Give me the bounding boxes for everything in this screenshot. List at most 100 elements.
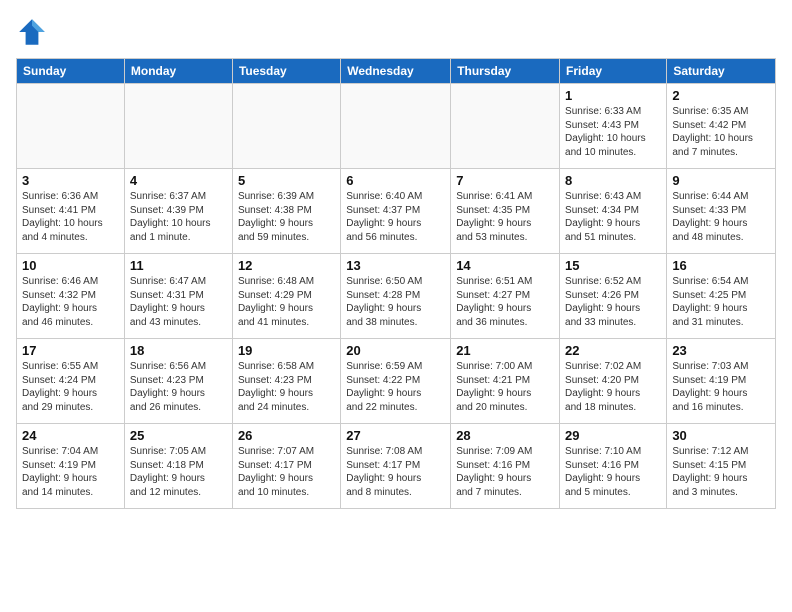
day-info: Sunrise: 6:51 AM Sunset: 4:27 PM Dayligh… bbox=[456, 275, 554, 329]
day-number: 6 bbox=[346, 173, 445, 188]
calendar-cell bbox=[341, 84, 451, 169]
day-info: Sunrise: 7:04 AM Sunset: 4:19 PM Dayligh… bbox=[22, 445, 119, 499]
calendar-cell: 18 Sunrise: 6:56 AM Sunset: 4:23 PM Dayli… bbox=[124, 339, 232, 424]
weekday-header-saturday: Saturday bbox=[667, 59, 776, 84]
weekday-header-wednesday: Wednesday bbox=[341, 59, 451, 84]
day-info: Sunrise: 6:44 AM Sunset: 4:33 PM Dayligh… bbox=[672, 190, 770, 244]
calendar-cell: 20Sunrise: 6:59 AM Sunset: 4:22 PM Dayli… bbox=[341, 339, 451, 424]
calendar-cell: 29 Sunrise: 7:10 AM Sunset: 4:16 PM Dayli… bbox=[560, 424, 667, 509]
logo-icon bbox=[16, 16, 48, 48]
calendar-cell: 19Sunrise: 6:58 AM Sunset: 4:23 PM Dayli… bbox=[232, 339, 340, 424]
day-number: 18 bbox=[130, 343, 227, 358]
calendar-cell: 16 Sunrise: 6:54 AM Sunset: 4:25 PM Dayli… bbox=[667, 254, 776, 339]
day-number: 24 bbox=[22, 428, 119, 443]
day-number: 7 bbox=[456, 173, 554, 188]
header bbox=[16, 16, 776, 48]
weekday-header-tuesday: Tuesday bbox=[232, 59, 340, 84]
day-number: 22 bbox=[565, 343, 661, 358]
week-row-5: 24 Sunrise: 7:04 AM Sunset: 4:19 PM Dayli… bbox=[17, 424, 776, 509]
day-number: 8 bbox=[565, 173, 661, 188]
day-info: Sunrise: 6:35 AM Sunset: 4:42 PM Dayligh… bbox=[672, 105, 770, 159]
day-info: Sunrise: 7:12 AM Sunset: 4:15 PM Dayligh… bbox=[672, 445, 770, 499]
day-number: 9 bbox=[672, 173, 770, 188]
day-number: 1 bbox=[565, 88, 661, 103]
calendar-cell: 1 Sunrise: 6:33 AM Sunset: 4:43 PM Daylig… bbox=[560, 84, 667, 169]
calendar-cell: 6 Sunrise: 6:40 AM Sunset: 4:37 PM Daylig… bbox=[341, 169, 451, 254]
day-number: 5 bbox=[238, 173, 335, 188]
calendar-cell: 14 Sunrise: 6:51 AM Sunset: 4:27 PM Dayli… bbox=[451, 254, 560, 339]
day-number: 17 bbox=[22, 343, 119, 358]
week-row-1: 1 Sunrise: 6:33 AM Sunset: 4:43 PM Daylig… bbox=[17, 84, 776, 169]
day-number: 14 bbox=[456, 258, 554, 273]
day-number: 26 bbox=[238, 428, 335, 443]
day-info: Sunrise: 7:10 AM Sunset: 4:16 PM Dayligh… bbox=[565, 445, 661, 499]
calendar-cell: 2Sunrise: 6:35 AM Sunset: 4:42 PM Daylig… bbox=[667, 84, 776, 169]
day-info: Sunrise: 6:39 AM Sunset: 4:38 PM Dayligh… bbox=[238, 190, 335, 244]
calendar-cell: 3 Sunrise: 6:36 AM Sunset: 4:41 PM Daylig… bbox=[17, 169, 125, 254]
day-info: Sunrise: 6:46 AM Sunset: 4:32 PM Dayligh… bbox=[22, 275, 119, 329]
weekday-header-thursday: Thursday bbox=[451, 59, 560, 84]
day-number: 11 bbox=[130, 258, 227, 273]
weekday-header-friday: Friday bbox=[560, 59, 667, 84]
calendar-cell: 21 Sunrise: 7:00 AM Sunset: 4:21 PM Dayli… bbox=[451, 339, 560, 424]
day-number: 12 bbox=[238, 258, 335, 273]
calendar-cell: 27Sunrise: 7:08 AM Sunset: 4:17 PM Dayli… bbox=[341, 424, 451, 509]
calendar-cell: 8 Sunrise: 6:43 AM Sunset: 4:34 PM Daylig… bbox=[560, 169, 667, 254]
calendar-cell: 28Sunrise: 7:09 AM Sunset: 4:16 PM Dayli… bbox=[451, 424, 560, 509]
day-info: Sunrise: 6:55 AM Sunset: 4:24 PM Dayligh… bbox=[22, 360, 119, 414]
day-info: Sunrise: 7:07 AM Sunset: 4:17 PM Dayligh… bbox=[238, 445, 335, 499]
day-info: Sunrise: 6:33 AM Sunset: 4:43 PM Dayligh… bbox=[565, 105, 661, 159]
calendar-cell bbox=[124, 84, 232, 169]
calendar-cell bbox=[451, 84, 560, 169]
day-info: Sunrise: 6:47 AM Sunset: 4:31 PM Dayligh… bbox=[130, 275, 227, 329]
calendar-cell: 7Sunrise: 6:41 AM Sunset: 4:35 PM Daylig… bbox=[451, 169, 560, 254]
page: SundayMondayTuesdayWednesdayThursdayFrid… bbox=[0, 0, 792, 525]
week-row-3: 10 Sunrise: 6:46 AM Sunset: 4:32 PM Dayli… bbox=[17, 254, 776, 339]
logo bbox=[16, 16, 52, 48]
calendar-cell: 22Sunrise: 7:02 AM Sunset: 4:20 PM Dayli… bbox=[560, 339, 667, 424]
day-info: Sunrise: 7:05 AM Sunset: 4:18 PM Dayligh… bbox=[130, 445, 227, 499]
calendar-cell: 24 Sunrise: 7:04 AM Sunset: 4:19 PM Dayli… bbox=[17, 424, 125, 509]
day-number: 3 bbox=[22, 173, 119, 188]
calendar-cell: 12 Sunrise: 6:48 AM Sunset: 4:29 PM Dayli… bbox=[232, 254, 340, 339]
week-row-2: 3 Sunrise: 6:36 AM Sunset: 4:41 PM Daylig… bbox=[17, 169, 776, 254]
calendar-cell: 15Sunrise: 6:52 AM Sunset: 4:26 PM Dayli… bbox=[560, 254, 667, 339]
weekday-header-sunday: Sunday bbox=[17, 59, 125, 84]
day-info: Sunrise: 6:48 AM Sunset: 4:29 PM Dayligh… bbox=[238, 275, 335, 329]
day-info: Sunrise: 6:40 AM Sunset: 4:37 PM Dayligh… bbox=[346, 190, 445, 244]
day-info: Sunrise: 7:00 AM Sunset: 4:21 PM Dayligh… bbox=[456, 360, 554, 414]
calendar-cell bbox=[232, 84, 340, 169]
day-info: Sunrise: 6:58 AM Sunset: 4:23 PM Dayligh… bbox=[238, 360, 335, 414]
calendar-cell: 10 Sunrise: 6:46 AM Sunset: 4:32 PM Dayli… bbox=[17, 254, 125, 339]
calendar-cell: 5 Sunrise: 6:39 AM Sunset: 4:38 PM Daylig… bbox=[232, 169, 340, 254]
day-info: Sunrise: 6:37 AM Sunset: 4:39 PM Dayligh… bbox=[130, 190, 227, 244]
calendar: SundayMondayTuesdayWednesdayThursdayFrid… bbox=[16, 58, 776, 509]
day-info: Sunrise: 6:50 AM Sunset: 4:28 PM Dayligh… bbox=[346, 275, 445, 329]
day-info: Sunrise: 6:56 AM Sunset: 4:23 PM Dayligh… bbox=[130, 360, 227, 414]
day-number: 23 bbox=[672, 343, 770, 358]
day-number: 25 bbox=[130, 428, 227, 443]
calendar-cell: 23 Sunrise: 7:03 AM Sunset: 4:19 PM Dayli… bbox=[667, 339, 776, 424]
day-info: Sunrise: 7:09 AM Sunset: 4:16 PM Dayligh… bbox=[456, 445, 554, 499]
day-number: 4 bbox=[130, 173, 227, 188]
day-info: Sunrise: 7:03 AM Sunset: 4:19 PM Dayligh… bbox=[672, 360, 770, 414]
day-number: 21 bbox=[456, 343, 554, 358]
calendar-cell: 11 Sunrise: 6:47 AM Sunset: 4:31 PM Dayli… bbox=[124, 254, 232, 339]
weekday-header-row: SundayMondayTuesdayWednesdayThursdayFrid… bbox=[17, 59, 776, 84]
day-number: 29 bbox=[565, 428, 661, 443]
day-number: 20 bbox=[346, 343, 445, 358]
day-number: 10 bbox=[22, 258, 119, 273]
day-number: 16 bbox=[672, 258, 770, 273]
day-info: Sunrise: 6:54 AM Sunset: 4:25 PM Dayligh… bbox=[672, 275, 770, 329]
day-info: Sunrise: 6:52 AM Sunset: 4:26 PM Dayligh… bbox=[565, 275, 661, 329]
day-info: Sunrise: 7:08 AM Sunset: 4:17 PM Dayligh… bbox=[346, 445, 445, 499]
calendar-cell: 25 Sunrise: 7:05 AM Sunset: 4:18 PM Dayli… bbox=[124, 424, 232, 509]
day-info: Sunrise: 6:43 AM Sunset: 4:34 PM Dayligh… bbox=[565, 190, 661, 244]
day-number: 30 bbox=[672, 428, 770, 443]
calendar-cell: 13 Sunrise: 6:50 AM Sunset: 4:28 PM Dayli… bbox=[341, 254, 451, 339]
day-number: 13 bbox=[346, 258, 445, 273]
calendar-cell: 4 Sunrise: 6:37 AM Sunset: 4:39 PM Daylig… bbox=[124, 169, 232, 254]
calendar-cell: 26 Sunrise: 7:07 AM Sunset: 4:17 PM Dayli… bbox=[232, 424, 340, 509]
calendar-cell bbox=[17, 84, 125, 169]
day-info: Sunrise: 6:36 AM Sunset: 4:41 PM Dayligh… bbox=[22, 190, 119, 244]
